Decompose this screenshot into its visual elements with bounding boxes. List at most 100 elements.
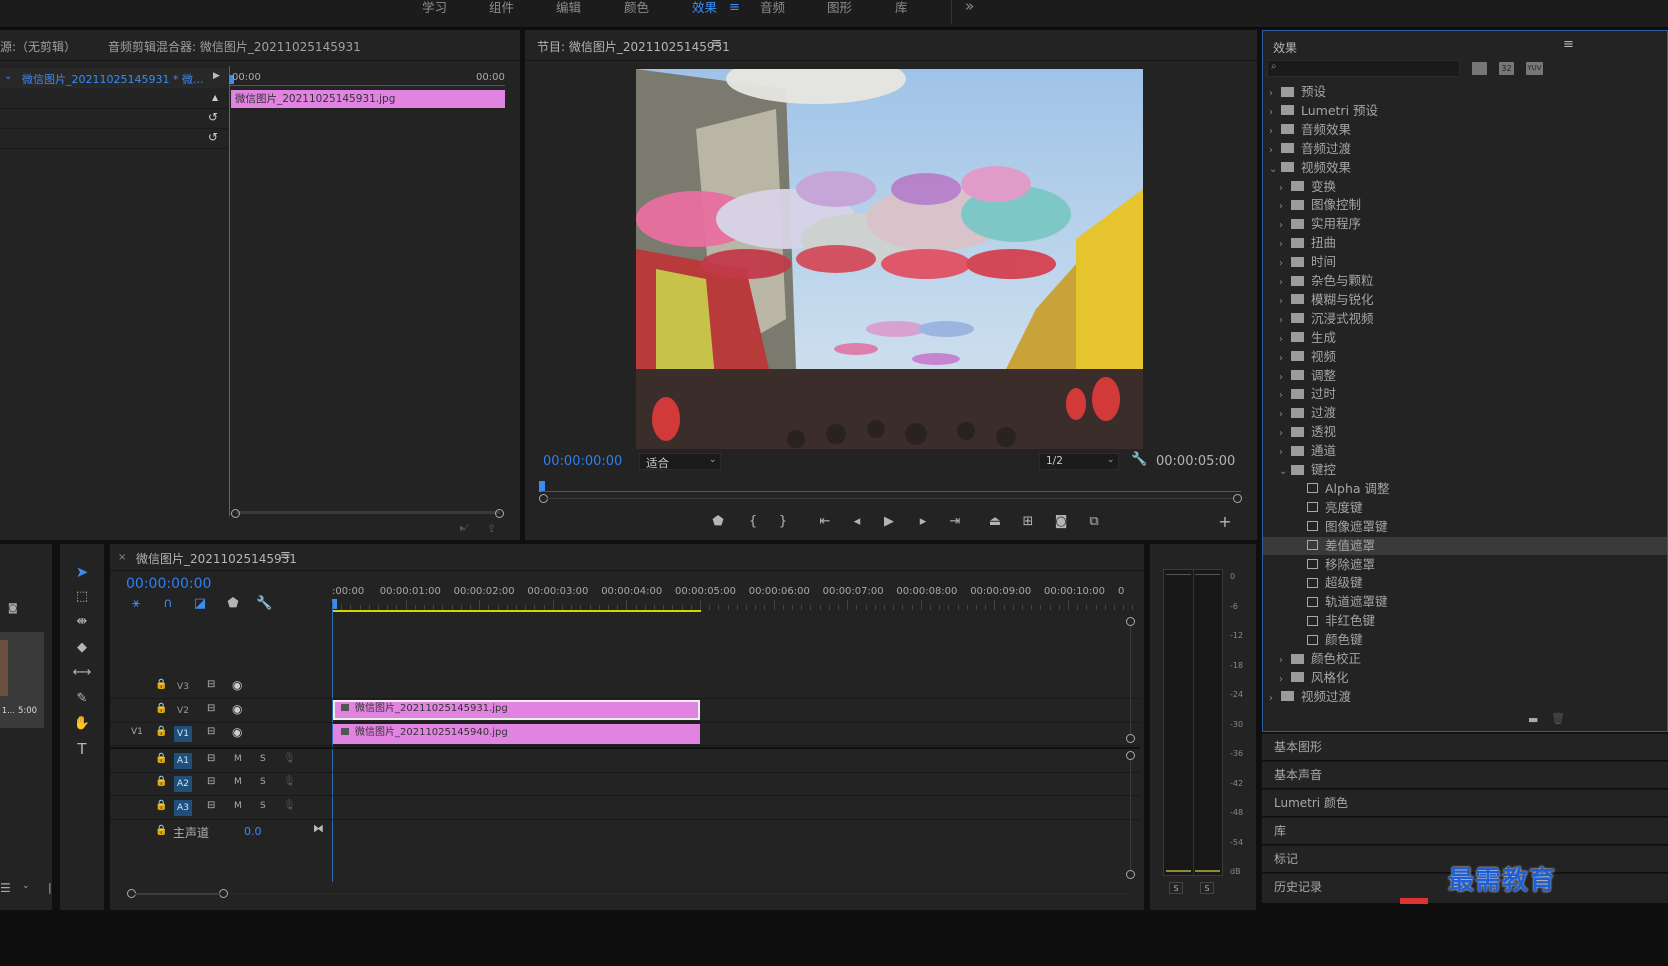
- yuv-effects-icon[interactable]: YUV: [1526, 62, 1543, 75]
- slip-tool-icon[interactable]: ⟷: [72, 665, 92, 681]
- workspace-graphics[interactable]: 图形: [827, 0, 852, 28]
- effects-folder[interactable]: › Lumetri 预设: [1263, 102, 1667, 121]
- effects-folder[interactable]: › 通道: [1263, 442, 1667, 461]
- horizontal-scrollbar[interactable]: [236, 511, 500, 514]
- lock-icon[interactable]: 🔒: [155, 726, 167, 737]
- effects-item[interactable]: 非红色键: [1263, 612, 1667, 631]
- effects-title[interactable]: 效果: [1273, 39, 1297, 56]
- clip-v1[interactable]: 微信图片_20211025145940.jpg: [333, 724, 700, 744]
- workspace-effects[interactable]: 效果: [692, 0, 717, 28]
- sync-lock-icon[interactable]: ⊟: [207, 753, 215, 764]
- fit-select[interactable]: 适合 ⌄: [639, 453, 721, 470]
- solo-left-button[interactable]: S: [1169, 882, 1183, 894]
- workspace-menu-icon[interactable]: ≡: [729, 0, 740, 28]
- work-area-bar[interactable]: [332, 610, 701, 612]
- sync-lock-icon[interactable]: ⊟: [207, 679, 215, 690]
- hand-tool-icon[interactable]: ✋: [72, 716, 92, 732]
- extract-icon[interactable]: ⊞: [1019, 514, 1037, 530]
- sync-lock-icon[interactable]: ⊟: [207, 726, 215, 737]
- microphone-icon[interactable]: 🎙: [283, 800, 296, 811]
- clip-v2[interactable]: 微信图片_20211025145931.jpg: [333, 700, 700, 720]
- play-triangle-icon[interactable]: ▶: [213, 71, 220, 81]
- workspace-learn[interactable]: 学习: [422, 0, 447, 28]
- step-forward-icon[interactable]: ▸: [916, 514, 930, 530]
- lift-icon[interactable]: ⏏: [986, 514, 1004, 530]
- v-scroll-handle[interactable]: [1126, 870, 1135, 879]
- panel-menu-icon[interactable]: ≡: [1563, 37, 1574, 52]
- panel-menu-icon[interactable]: ≡: [280, 548, 291, 563]
- effects-folder[interactable]: › 变换: [1263, 178, 1667, 197]
- effects-folder[interactable]: › 调整: [1263, 367, 1667, 386]
- section-libraries[interactable]: 库: [1262, 817, 1668, 844]
- wrench-icon[interactable]: 🔧: [1131, 452, 1147, 467]
- wrench-icon[interactable]: 🔧: [256, 596, 272, 612]
- sync-lock-icon[interactable]: ⊟: [207, 800, 215, 811]
- effects-folder[interactable]: › 生成: [1263, 329, 1667, 348]
- v-scroll-handle[interactable]: [1126, 751, 1135, 760]
- track-target-button[interactable]: V3: [174, 679, 192, 695]
- lock-icon[interactable]: 🔒: [155, 679, 167, 690]
- effects-folder[interactable]: › 实用程序: [1263, 215, 1667, 234]
- effects-folder[interactable]: › 图像控制: [1263, 196, 1667, 215]
- effects-folder[interactable]: › 预设: [1263, 83, 1667, 102]
- effects-item[interactable]: 移除遮罩: [1263, 556, 1667, 575]
- effects-folder[interactable]: › 音频过渡: [1263, 140, 1667, 159]
- v-scroll-handle[interactable]: [1126, 734, 1135, 743]
- ripple-edit-tool-icon[interactable]: ⇼: [72, 614, 92, 630]
- workspace-overflow-icon[interactable]: »: [965, 0, 974, 26]
- microphone-icon[interactable]: 🎙: [283, 753, 296, 764]
- export-icon[interactable]: ⇪: [487, 522, 496, 535]
- play-audio-icon[interactable]: ▸⁄: [460, 523, 467, 534]
- effects-item[interactable]: 图像遮罩键: [1263, 518, 1667, 537]
- reset-icon[interactable]: ↺: [208, 110, 218, 124]
- eye-icon[interactable]: ◉: [232, 702, 242, 716]
- lock-icon[interactable]: 🔒: [155, 800, 167, 811]
- h-scroll-handle-right[interactable]: [219, 889, 228, 898]
- selection-tool-icon[interactable]: ➤: [72, 564, 92, 580]
- search-input[interactable]: ⌕: [1267, 60, 1460, 77]
- step-back-icon[interactable]: ◂: [850, 514, 864, 530]
- program-timecode[interactable]: 00:00:00:00: [543, 454, 622, 469]
- time-ruler[interactable]: [541, 491, 1241, 492]
- list-view-icon[interactable]: ☰: [0, 881, 11, 895]
- clip-header-row[interactable]: ⌄ 微信图片_20211025145931 * 微... ▶: [0, 68, 228, 88]
- effects-folder[interactable]: › 视频过渡: [1263, 688, 1667, 707]
- sequence-tab[interactable]: 微信图片_20211025145931: [136, 550, 297, 567]
- effects-folder[interactable]: › 透视: [1263, 423, 1667, 442]
- go-to-in-icon[interactable]: ⇤: [817, 514, 833, 530]
- v-scrollbar[interactable]: [1130, 760, 1131, 870]
- lock-icon[interactable]: 🔒: [155, 825, 167, 836]
- effects-folder[interactable]: › 扭曲: [1263, 234, 1667, 253]
- effects-item[interactable]: 轨道遮罩键: [1263, 593, 1667, 612]
- av-divider[interactable]: [110, 747, 1140, 749]
- effects-folder[interactable]: › 风格化: [1263, 669, 1667, 688]
- reset-icon[interactable]: ↺: [208, 130, 218, 144]
- workspace-color[interactable]: 颜色: [624, 0, 649, 28]
- h-scrollbar-thumb[interactable]: [135, 893, 220, 895]
- solo-button[interactable]: S: [260, 801, 266, 811]
- section-lumetri-color[interactable]: Lumetri 颜色: [1262, 789, 1668, 816]
- collapse-icon[interactable]: ⌄: [4, 71, 12, 82]
- effects-folder[interactable]: › 颜色校正: [1263, 650, 1667, 669]
- effects-item[interactable]: 超级键: [1263, 574, 1667, 593]
- effects-folder[interactable]: ⌄ 键控: [1263, 461, 1667, 480]
- effects-item[interactable]: 颜色键: [1263, 631, 1667, 650]
- track-target-button[interactable]: V2: [174, 703, 192, 719]
- accelerated-effects-icon[interactable]: [1472, 62, 1487, 75]
- effects-folder[interactable]: › 过时: [1263, 385, 1667, 404]
- tab-source[interactable]: 源:（无剪辑）: [0, 38, 76, 55]
- camera-icon[interactable]: ◙: [8, 603, 18, 614]
- add-marker-icon[interactable]: ⬟: [711, 514, 725, 530]
- solo-right-button[interactable]: S: [1200, 882, 1214, 894]
- effects-folder[interactable]: › 过渡: [1263, 404, 1667, 423]
- add-marker-icon[interactable]: ⬟: [226, 596, 240, 612]
- workspace-assembly[interactable]: 组件: [489, 0, 514, 28]
- solo-button[interactable]: S: [260, 777, 266, 787]
- scroll-handle-right[interactable]: [495, 509, 504, 518]
- chevron-down-icon[interactable]: ⌄: [22, 881, 30, 891]
- effects-folder[interactable]: › 沉浸式视频: [1263, 310, 1667, 329]
- scroll-up-icon[interactable]: ▲: [212, 93, 218, 102]
- type-tool-icon[interactable]: T: [72, 741, 92, 757]
- linked-selection-icon[interactable]: ◪: [192, 596, 208, 612]
- program-title[interactable]: 节目: 微信图片_20211025145931: [537, 38, 730, 55]
